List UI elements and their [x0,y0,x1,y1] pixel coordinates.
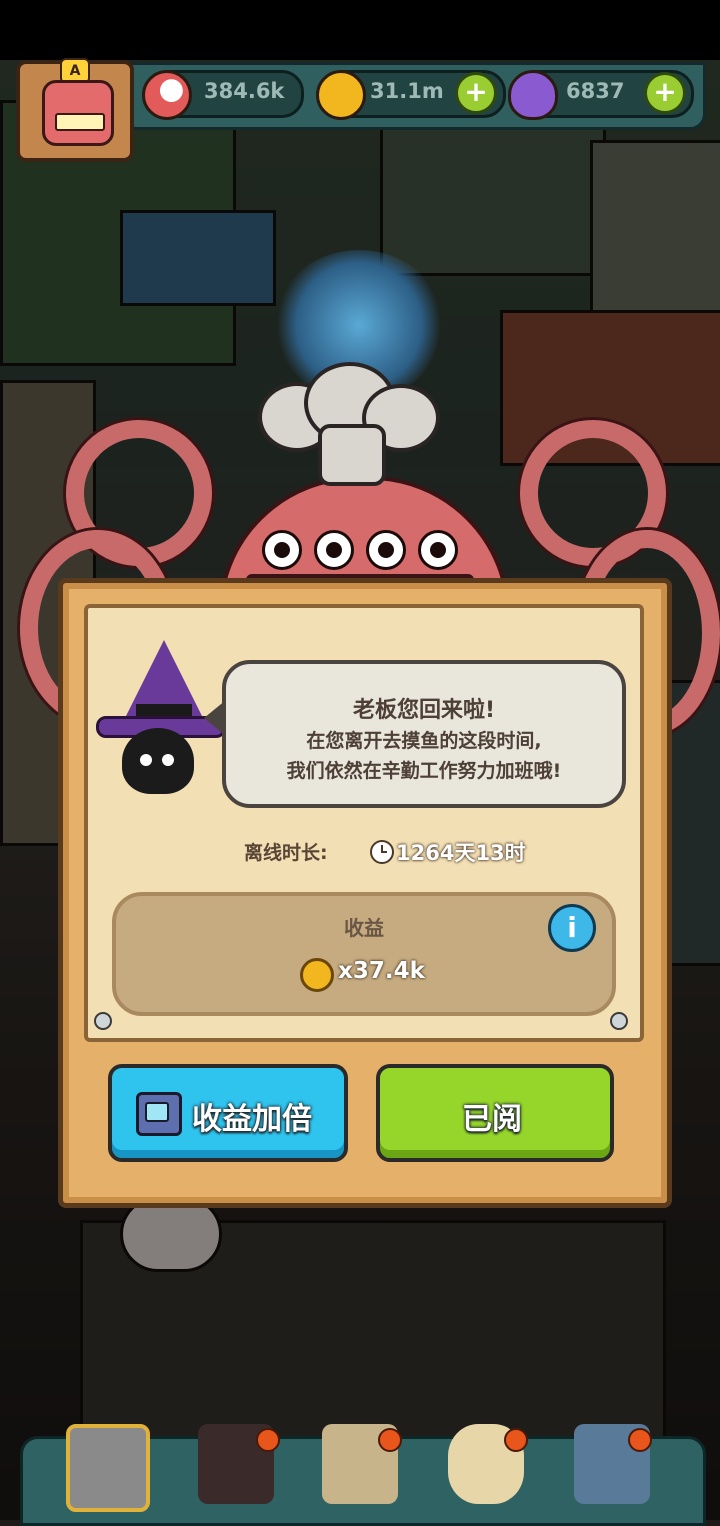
offline-label: 离线时长: [244,842,328,864]
double-earnings-button[interactable]: 收益加倍 [108,1064,348,1162]
player-avatar[interactable]: A [16,58,134,162]
double-earnings-label: 收益加倍 [192,1102,312,1137]
potion-icon [508,70,558,120]
status-bar [0,0,720,60]
greeting-text: 老板您回来啦! [352,698,496,723]
earnings-box: 收益 x37.4k [112,892,616,1016]
acknowledge-button[interactable]: 已阅 [376,1064,614,1162]
info-icon[interactable]: i [548,904,596,952]
offline-duration: 1264天13时 [396,841,526,865]
earnings-title: 收益 [344,916,384,940]
nav-restaurant-icon[interactable] [66,1424,150,1512]
monster-face-icon [42,80,114,146]
witch-icon [96,640,226,800]
eyeball-count: 384.6k [204,79,285,103]
coin-icon [300,958,334,992]
acknowledge-label: 已阅 [462,1102,522,1137]
add-potions-button[interactable]: + [644,72,686,114]
add-coins-button[interactable]: + [455,72,497,114]
message-line-2: 我们依然在辛勤工作努力加班哦! [286,760,562,782]
message-line-1: 在您离开去摸鱼的这段时间, [306,730,542,752]
coin-icon [316,70,366,120]
eyeball-icon [142,70,192,120]
chef-hat-icon [258,362,440,486]
coin-count: 31.1m [370,79,444,103]
earnings-value: x37.4k [338,958,425,984]
offline-duration-row: 离线时长: 1264天13时 [0,834,720,870]
speech-bubble: 老板您回来啦! 在您离开去摸鱼的这段时间, 我们依然在辛勤工作努力加班哦! [222,660,626,808]
clock-icon [370,840,394,864]
tv-icon [136,1092,182,1136]
potion-count: 6837 [566,79,625,103]
